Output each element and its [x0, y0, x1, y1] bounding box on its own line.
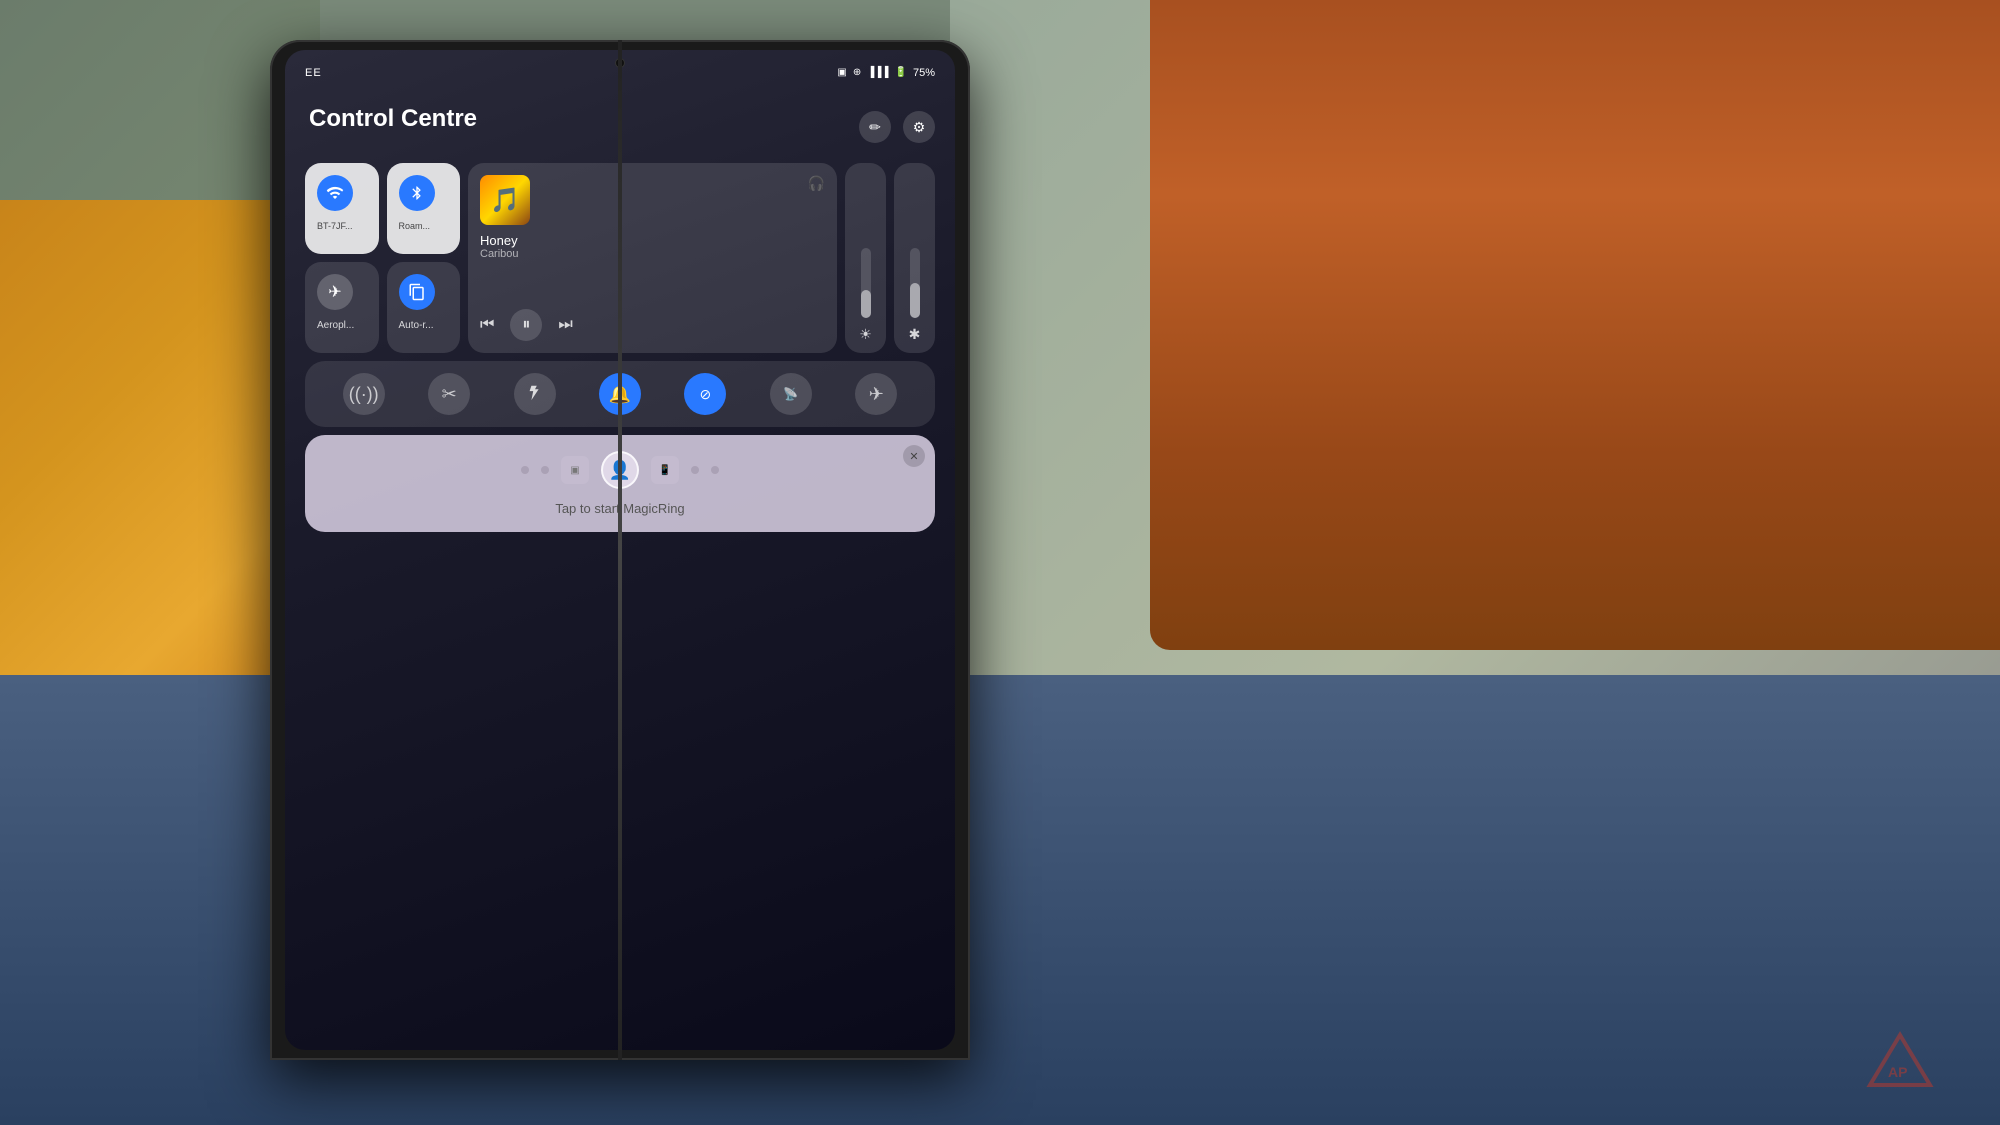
hotspot-toggle[interactable]: ((·)): [343, 373, 385, 415]
bluetooth-icon: [399, 175, 435, 211]
edit-button[interactable]: ✏: [859, 111, 891, 143]
edit-icon: ✏: [869, 119, 881, 136]
wifi-tile[interactable]: BT-7JF...: [305, 163, 379, 254]
bluetooth-tile[interactable]: Roam...: [387, 163, 461, 254]
settings-button[interactable]: ⚙: [903, 111, 935, 143]
battery-icon: 🔋: [895, 67, 907, 78]
auto-rotate-tile[interactable]: Auto-r...: [387, 262, 461, 353]
aeroplane-label: Aeropl...: [317, 320, 354, 331]
auto-rotate-icon: [399, 274, 435, 310]
airplane-icon: ✈: [869, 384, 884, 405]
play-pause-button[interactable]: ⏸: [510, 309, 542, 341]
torch-icon: [528, 383, 542, 406]
carrier-label: EE: [305, 67, 322, 79]
auto-rotate-label: Auto-r...: [399, 320, 434, 331]
bt-slider-tile[interactable]: ✱: [894, 163, 935, 353]
phone-device: EE ▣ ⊕ ▐▐▐ 🔋 75% Control Centre ✏: [270, 40, 970, 1060]
cast-toggle[interactable]: 📡: [770, 373, 812, 415]
brightness-icon: ☀: [859, 326, 872, 343]
settings-icon: ⚙: [913, 119, 926, 136]
wifi-status-icon: ⊕: [853, 67, 861, 78]
wood-furniture-right: [1150, 0, 2000, 650]
watermark: AP: [1860, 1030, 1940, 1095]
next-button[interactable]: ⏭: [558, 316, 572, 334]
nfc-icon: ⊘: [700, 386, 712, 403]
svg-text:AP: AP: [1888, 1064, 1907, 1080]
brightness-fill: [861, 290, 871, 318]
mr-icon-phone: 📱: [651, 456, 679, 484]
mr-dot-1: [521, 466, 529, 474]
mr-icon-square: ▣: [561, 456, 589, 484]
sim-icon: ▣: [837, 67, 846, 78]
media-controls: ⏮ ⏸ ⏭: [480, 301, 825, 341]
mr-dot-2: [541, 466, 549, 474]
battery-label: 75%: [913, 67, 935, 79]
signal-icon: ▐▐▐: [867, 67, 888, 78]
magic-ring-close-button[interactable]: ✕: [903, 445, 925, 467]
phone-hinge: [618, 40, 622, 1060]
media-player-tile[interactable]: 🎧 🎵 Honey Caribou ⏮ ⏸ ⏭: [468, 163, 837, 353]
mr-dot-3: [691, 466, 699, 474]
cast-icon: 📡: [783, 387, 798, 401]
airplane-toggle[interactable]: ✈: [855, 373, 897, 415]
bt-track: [910, 248, 920, 318]
scissors-icon: ✂: [442, 384, 457, 405]
mr-dot-4: [711, 466, 719, 474]
hotspot-icon: ((·)): [349, 384, 379, 405]
control-centre-title: Control Centre: [305, 105, 481, 133]
wifi-icon: [317, 175, 353, 211]
prev-button[interactable]: ⏮: [480, 316, 494, 334]
aeroplane-icon: ✈: [317, 274, 353, 310]
nfc-toggle[interactable]: ⊘: [684, 373, 726, 415]
aeroplane-tile[interactable]: ✈ Aeropl...: [305, 262, 379, 353]
close-icon: ✕: [909, 450, 918, 463]
torch-toggle[interactable]: [514, 373, 556, 415]
artist-name: Caribou: [480, 248, 825, 260]
headphone-icon: 🎧: [808, 175, 825, 192]
brightness-track: [861, 248, 871, 318]
album-art: 🎵: [480, 175, 530, 225]
bt-fill: [910, 283, 920, 318]
song-title: Honey: [480, 233, 825, 248]
wifi-label: BT-7JF...: [317, 221, 353, 231]
brightness-slider-tile[interactable]: ☀: [845, 163, 886, 353]
scissors-toggle[interactable]: ✂: [428, 373, 470, 415]
bluetooth-label: Roam...: [399, 221, 431, 231]
status-icons: ▣ ⊕ ▐▐▐ 🔋 75%: [837, 67, 935, 79]
bt-vol-icon: ✱: [909, 326, 921, 343]
